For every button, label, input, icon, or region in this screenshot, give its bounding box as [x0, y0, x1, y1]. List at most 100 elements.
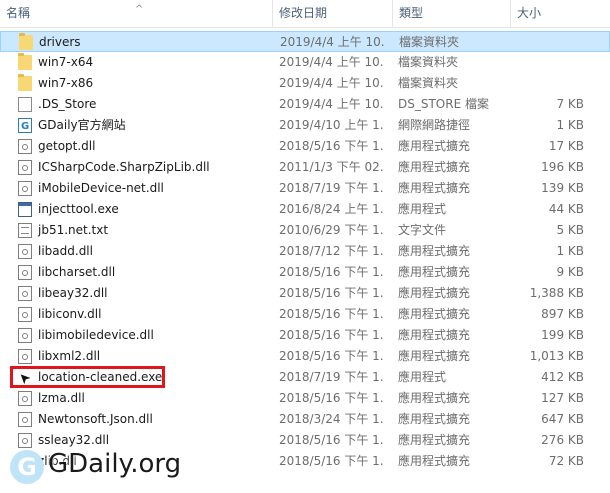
file-size: 17 KB — [548, 139, 584, 153]
file-type: 應用程式 — [398, 370, 447, 384]
column-header-name-label: 名稱 — [6, 6, 31, 20]
file-size: 44 KB — [548, 202, 584, 216]
file-row[interactable]: lzma.dll 2018/5/16 下午 1... 應用程式擴充 127 KB — [0, 388, 610, 409]
file-row[interactable]: libcharset.dll 2018/5/16 下午 1... 應用程式擴充 9 K… — [0, 262, 610, 283]
file-name: ICSharpCode.SharpZipLib.dll — [38, 160, 210, 174]
file-date: 2019/4/4 上午 10... — [279, 55, 384, 69]
file-row[interactable]: libxml2.dll 2018/5/16 下午 1... 應用程式擴充 1,013 … — [0, 346, 610, 367]
file-date: 2018/7/19 下午 1... — [279, 181, 384, 195]
file-date: 2018/7/19 下午 1... — [279, 370, 384, 384]
sort-ascending-icon: ^ — [135, 4, 144, 15]
file-size: 127 KB — [541, 391, 584, 405]
file-type: 應用程式擴充 — [398, 265, 471, 279]
file-size: 7 KB — [556, 97, 584, 111]
file-type: 應用程式擴充 — [398, 139, 471, 153]
file-type: 檔案資料夾 — [399, 35, 460, 49]
file-date: 2018/5/16 下午 1... — [279, 286, 384, 300]
file-name: libadd.dll — [38, 244, 93, 258]
text-file-icon — [18, 223, 32, 238]
gdaily-logo-icon: G — [10, 450, 44, 484]
file-name: drivers — [39, 35, 81, 49]
column-header-type[interactable]: 類型 — [392, 0, 510, 27]
folder-icon — [18, 74, 32, 91]
file-row[interactable]: jb51.net.txt 2010/6/29 下午 1... 文字文件 5 KB — [0, 220, 610, 241]
dll-icon — [18, 181, 32, 196]
highlight-annotation-box — [10, 366, 165, 388]
column-header-type-label: 類型 — [399, 6, 424, 20]
file-name: Newtonsoft.Json.dll — [38, 412, 153, 426]
file-size: 647 KB — [541, 412, 584, 426]
file-type: 檔案資料夾 — [398, 55, 459, 69]
dll-icon — [18, 244, 32, 259]
column-header-bar: 名稱 ^ 修改日期 類型 大小 — [0, 0, 610, 28]
file-row[interactable]: getopt.dll 2018/5/16 下午 1... 應用程式擴充 17 KB — [0, 136, 610, 157]
file-date: 2018/3/24 下午 1... — [279, 412, 384, 426]
file-date: 2018/5/16 下午 1... — [279, 454, 384, 468]
folder-icon — [18, 53, 32, 70]
file-date: 2018/7/12 下午 1... — [279, 244, 384, 258]
file-row[interactable]: libiconv.dll 2018/5/16 下午 1... 應用程式擴充 897 K… — [0, 304, 610, 325]
file-row[interactable]: libeay32.dll 2018/5/16 下午 1... 應用程式擴充 1,388… — [0, 283, 610, 304]
file-name: injecttool.exe — [38, 202, 119, 216]
file-size: 1,013 KB — [529, 349, 584, 363]
file-type: 檔案資料夾 — [398, 76, 459, 90]
file-size: 5 KB — [556, 223, 584, 237]
exe-icon — [18, 202, 32, 217]
file-type: 應用程式擴充 — [398, 391, 471, 405]
file-row[interactable]: GDaily官方網站 2019/4/10 上午 1... 網際網路捷徑 1 KB — [0, 115, 610, 137]
file-type: 應用程式擴充 — [398, 412, 471, 426]
column-header-name[interactable]: 名稱 ^ — [0, 0, 272, 27]
file-date: 2018/5/16 下午 1... — [279, 265, 384, 279]
file-name: .DS_Store — [38, 97, 97, 111]
file-date: 2010/6/29 下午 1... — [279, 223, 384, 237]
file-type: 應用程式擴充 — [398, 244, 471, 258]
file-date: 2019/4/4 上午 10... — [279, 76, 384, 90]
file-row[interactable]: .DS_Store 2019/4/4 上午 10... DS_STORE 檔案 7 K… — [0, 94, 610, 115]
file-type: 應用程式擴充 — [398, 328, 471, 342]
dll-icon — [18, 349, 32, 364]
dll-icon — [18, 286, 32, 301]
file-row[interactable]: win7-x86 2019/4/4 上午 10... 檔案資料夾 — [0, 73, 610, 94]
file-type: 應用程式擴充 — [398, 286, 471, 300]
column-header-date-label: 修改日期 — [279, 6, 328, 20]
file-row[interactable]: drivers 2019/4/4 上午 10... 檔案資料夾 — [0, 31, 610, 52]
file-type: 應用程式擴充 — [398, 160, 471, 174]
file-date: 2011/1/3 下午 02... — [279, 160, 384, 174]
file-name: libimobiledevice.dll — [38, 328, 154, 342]
file-name: libeay32.dll — [38, 286, 108, 300]
file-row[interactable]: win7-x64 2019/4/4 上午 10... 檔案資料夾 — [0, 52, 610, 73]
file-icon — [18, 97, 32, 112]
column-header-date[interactable]: 修改日期 — [272, 0, 392, 27]
file-size: 196 KB — [541, 160, 584, 174]
file-date: 2018/5/16 下午 1... — [279, 139, 384, 153]
file-type: 應用程式擴充 — [398, 349, 471, 363]
file-date: 2018/5/16 下午 1... — [279, 328, 384, 342]
file-row[interactable]: libadd.dll 2018/7/12 下午 1... 應用程式擴充 1 KB — [0, 241, 610, 262]
file-size: 1 KB — [556, 118, 584, 132]
column-header-size[interactable]: 大小 — [510, 0, 604, 27]
file-name: libiconv.dll — [38, 307, 102, 321]
file-row[interactable]: iMobileDevice-net.dll 2018/7/19 下午 1... 應用… — [0, 178, 610, 199]
file-size: 897 KB — [541, 307, 584, 321]
dll-icon — [18, 328, 32, 343]
file-type: 應用程式擴充 — [398, 181, 471, 195]
file-size: 199 KB — [541, 328, 584, 342]
file-row[interactable]: injecttool.exe 2016/8/24 上午 1... 應用程式 44 KB — [0, 199, 610, 220]
dll-icon — [18, 391, 32, 406]
file-date: 2018/5/16 下午 1... — [279, 307, 384, 321]
file-size: 9 KB — [556, 265, 584, 279]
file-date: 2018/5/16 下午 1... — [279, 349, 384, 363]
file-name: getopt.dll — [38, 139, 96, 153]
file-type: 文字文件 — [398, 223, 447, 237]
file-date: 2018/5/16 下午 1... — [279, 391, 384, 405]
file-date: 2019/4/10 上午 1... — [279, 118, 384, 132]
file-type: 應用程式擴充 — [398, 433, 471, 447]
file-row[interactable]: Newtonsoft.Json.dll 2018/3/24 下午 1... 應用程式… — [0, 409, 610, 430]
file-size: 412 KB — [541, 370, 584, 384]
url-shortcut-icon — [18, 116, 32, 137]
file-name: lzma.dll — [38, 391, 85, 405]
file-date: 2019/4/4 上午 10... — [280, 35, 385, 49]
file-row[interactable]: ICSharpCode.SharpZipLib.dll 2011/1/3 下午 0… — [0, 157, 610, 178]
file-row[interactable]: libimobiledevice.dll 2018/5/16 下午 1... 應用程… — [0, 325, 610, 346]
file-size: 139 KB — [541, 181, 584, 195]
